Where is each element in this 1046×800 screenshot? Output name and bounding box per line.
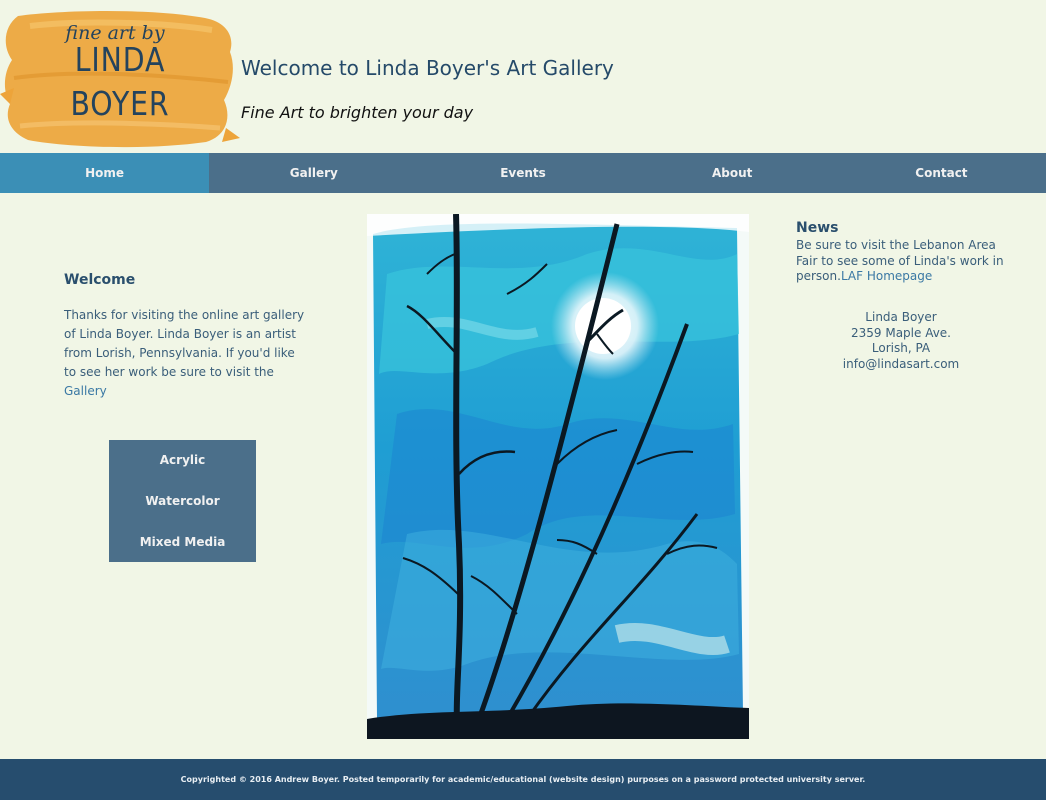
nav-item-gallery[interactable]: Gallery (209, 153, 418, 193)
category-watercolor[interactable]: Watercolor (109, 481, 256, 522)
category-acrylic[interactable]: Acrylic (109, 440, 256, 481)
category-mixed-media[interactable]: Mixed Media (109, 521, 256, 562)
news-text: Be sure to visit the Lebanon Area Fair t… (796, 238, 1006, 285)
copyright-text: Copyrighted © 2016 Andrew Boyer. Posted … (180, 775, 866, 784)
category-menu: Acrylic Watercolor Mixed Media (109, 440, 256, 562)
logo-line-first-name: LINDA (74, 40, 166, 79)
laf-homepage-link[interactable]: LAF Homepage (841, 269, 932, 283)
nav-item-events[interactable]: Events (418, 153, 627, 193)
site-tagline: Fine Art to brighten your day (241, 103, 474, 122)
site-header: fine art by LINDA BOYER Welcome to Linda… (0, 0, 1046, 153)
welcome-body: Thanks for visiting the online art galle… (64, 308, 305, 379)
news-heading: News (796, 220, 839, 236)
welcome-text: Thanks for visiting the online art galle… (64, 306, 309, 401)
contact-street: 2359 Maple Ave. (850, 325, 951, 340)
main-nav: Home Gallery Events About Contact (0, 153, 1046, 193)
logo-line-last-name: BOYER (70, 84, 170, 123)
site-footer: Copyrighted © 2016 Andrew Boyer. Posted … (0, 759, 1046, 800)
nav-item-home[interactable]: Home (0, 153, 210, 193)
welcome-heading: Welcome (64, 272, 136, 288)
contact-name: Linda Boyer (865, 310, 937, 324)
contact-email[interactable]: info@lindasart.com (796, 357, 1006, 373)
featured-painting (367, 213, 749, 739)
contact-city: Lorish, PA (871, 341, 931, 355)
nav-item-about[interactable]: About (628, 153, 837, 193)
contact-info: Linda Boyer 2359 Maple Ave. Lorish, PA i… (796, 310, 1006, 372)
bamboo-moon-painting-image (367, 213, 749, 739)
site-title: Welcome to Linda Boyer's Art Gallery (241, 56, 614, 80)
nav-item-contact[interactable]: Contact (837, 153, 1046, 193)
site-logo[interactable]: fine art by LINDA BOYER (0, 8, 240, 148)
gallery-link[interactable]: Gallery (64, 384, 107, 398)
